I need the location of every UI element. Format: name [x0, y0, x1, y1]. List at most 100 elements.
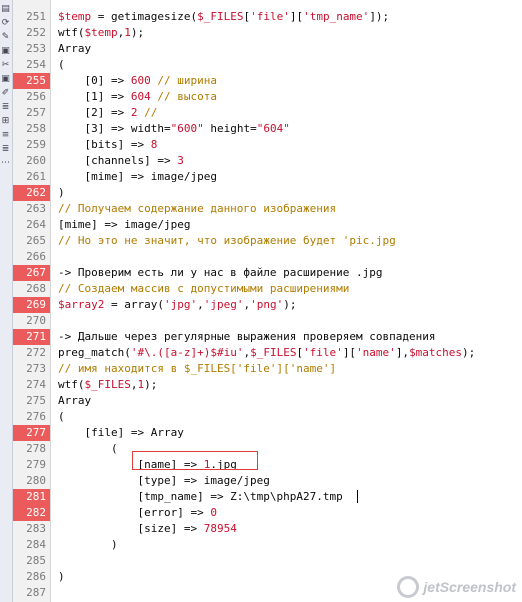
line-number[interactable]: 279	[13, 457, 50, 473]
line-number[interactable]: 263	[13, 201, 50, 217]
line-number[interactable]: 258	[13, 121, 50, 137]
code-token: );	[462, 346, 476, 359]
code-line[interactable]: (	[58, 57, 65, 73]
refresh-icon[interactable]: ⟳	[0, 18, 11, 29]
line-number[interactable]: 271	[13, 329, 50, 345]
code-token: 'jpeg'	[203, 298, 244, 311]
line-number[interactable]: 264	[13, 217, 50, 233]
line-number[interactable]: 270	[13, 313, 50, 329]
code-line[interactable]: (	[58, 441, 118, 457]
code-line[interactable]: wtf($_FILES,1);	[58, 377, 157, 393]
code-token: ]);	[369, 10, 390, 23]
code-line[interactable]: Array	[58, 393, 91, 409]
line-number[interactable]: 269	[13, 297, 50, 313]
side-toolbar: ▤ ⟳ ✎ ▣ ✂ ▣ ✐ ≣ ⊞ ≡ ≣ ⋯	[0, 0, 13, 602]
code-token: 'png'	[250, 298, 284, 311]
code-line[interactable]: [mime] => image/jpeg	[58, 217, 190, 233]
code-line[interactable]: [type] => image/jpeg	[58, 473, 269, 489]
line-number[interactable]: 284	[13, 537, 50, 553]
code-line[interactable]: wtf($temp,1);	[58, 25, 144, 41]
line-number[interactable]: 283	[13, 521, 50, 537]
line-number[interactable]: 275	[13, 393, 50, 409]
code-line[interactable]: )	[58, 569, 65, 585]
line-number[interactable]: 268	[13, 281, 50, 297]
code-token: $matches	[409, 346, 463, 359]
line-number[interactable]: 253	[13, 41, 50, 57]
line-number[interactable]: 255	[13, 73, 50, 89]
code-line[interactable]: [0] => 600 // ширина	[58, 73, 216, 89]
list-icon[interactable]: ≣	[0, 102, 11, 113]
line-number[interactable]: 259	[13, 137, 50, 153]
code-token: wtf(	[58, 378, 85, 391]
code-token: 8	[150, 138, 158, 151]
line-number[interactable]: 252	[13, 25, 50, 41]
line-number[interactable]: 281	[13, 489, 50, 505]
line-number[interactable]: 256	[13, 89, 50, 105]
code-line[interactable]: $temp = getimagesize($_FILES['file']['tm…	[58, 9, 389, 25]
code-line[interactable]: -> Проверим есть ли у нас в файле расшир…	[58, 265, 383, 281]
line-number[interactable]: 273	[13, 361, 50, 377]
code-line[interactable]: [3] => width="600" height="604"	[58, 121, 289, 137]
code-line[interactable]: [file] => Array	[58, 425, 184, 441]
code-token: [file] => Array	[58, 426, 184, 439]
code-line[interactable]: (	[58, 409, 65, 425]
misc-icon[interactable]: ⋯	[0, 158, 11, 169]
note-icon[interactable]: ✎	[0, 32, 11, 43]
line-number[interactable]: 257	[13, 105, 50, 121]
code-line[interactable]: [tmp_name] => Z:\tmp\phpA27.tmp	[58, 489, 342, 505]
line-number[interactable]: 262	[13, 185, 50, 201]
code-line[interactable]: // Создаем массив с допустимыми расширен…	[58, 281, 349, 297]
line-number[interactable]: 282	[13, 505, 50, 521]
code-line[interactable]: [bits] => 8	[58, 137, 157, 153]
line-number[interactable]: 277	[13, 425, 50, 441]
code-line[interactable]: )	[58, 185, 65, 201]
bookmark2-icon[interactable]: ▣	[0, 74, 11, 85]
line-number[interactable]: 276	[13, 409, 50, 425]
code-line[interactable]: Array	[58, 41, 91, 57]
code-line[interactable]: [2] => 2 //	[58, 105, 157, 121]
line-number[interactable]: 274	[13, 377, 50, 393]
code-line[interactable]: preg_match('#\.([a-z]+)$#iu',$_FILES['fi…	[58, 345, 475, 361]
code-line[interactable]: $array2 = array('jpg','jpeg','png');	[58, 297, 296, 313]
code-token: )	[58, 570, 65, 583]
line-number[interactable]: 267	[13, 265, 50, 281]
line-number[interactable]: 272	[13, 345, 50, 361]
code-line[interactable]: [mime] => image/jpeg	[58, 169, 216, 185]
code-token: 0	[210, 506, 217, 519]
code-line[interactable]: // Но это не значит, что изображение буд…	[58, 233, 396, 249]
code-line[interactable]: // имя находится в $_FILES['file']['name…	[58, 361, 336, 377]
format-icon[interactable]: ≡	[0, 130, 11, 141]
code-token: $_FILES	[197, 10, 244, 23]
list2-icon[interactable]: ≣	[0, 144, 11, 155]
code-token: 'file'	[303, 346, 343, 359]
line-number[interactable]: 278	[13, 441, 50, 457]
code-line[interactable]: )	[58, 537, 118, 553]
doc-icon[interactable]: ▤	[0, 4, 11, 15]
code-line[interactable]: // Получаем содержание данного изображен…	[58, 201, 336, 217]
line-number[interactable]: 261	[13, 169, 50, 185]
code-token: '#\.([a-z]+)$#iu'	[130, 346, 244, 359]
line-number[interactable]: 285	[13, 553, 50, 569]
edit-icon[interactable]: ✐	[0, 88, 11, 99]
code-token: [3] => width=	[58, 122, 171, 135]
line-number[interactable]: 266	[13, 249, 50, 265]
line-number[interactable]: 251	[13, 9, 50, 25]
code-line[interactable]: [channels] => 3	[58, 153, 183, 169]
code-token: 'tmp_name'	[303, 10, 370, 23]
line-number[interactable]: 265	[13, 233, 50, 249]
code-line[interactable]: -> Дальше через регулярные выражения про…	[58, 329, 436, 345]
tree-icon[interactable]: ⊞	[0, 116, 11, 127]
line-number[interactable]: 254	[13, 57, 50, 73]
code-token: [mime] => image/jpeg	[58, 218, 191, 231]
code-token: [bits] =>	[58, 138, 151, 151]
line-number[interactable]: 287	[13, 585, 50, 601]
line-number[interactable]: 286	[13, 569, 50, 585]
code-line[interactable]: [size] => 78954	[58, 521, 236, 537]
code-line[interactable]: [1] => 604 // высота	[58, 89, 216, 105]
code-token: 600	[130, 74, 151, 87]
line-number[interactable]: 260	[13, 153, 50, 169]
line-number[interactable]: 280	[13, 473, 50, 489]
bookmark-icon[interactable]: ▣	[0, 46, 11, 57]
code-line[interactable]: [error] => 0	[58, 505, 217, 521]
cut-icon[interactable]: ✂	[0, 60, 11, 71]
